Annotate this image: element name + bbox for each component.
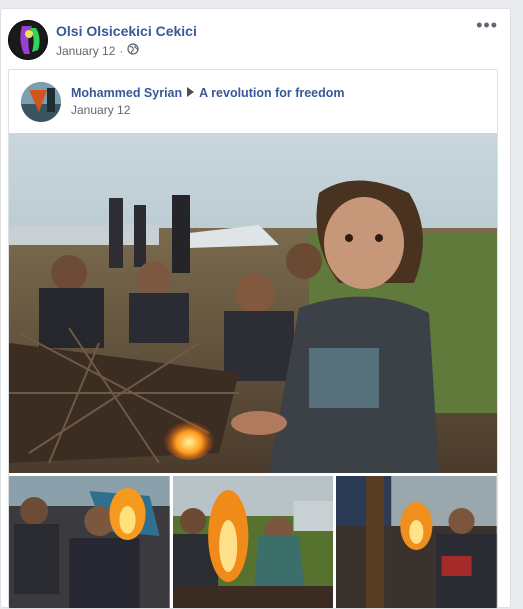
post-card: Olsi Olsicekici Cekici January 12 · ••• … bbox=[0, 8, 511, 609]
thumbnail-photo-1[interactable] bbox=[9, 476, 170, 608]
shared-author-avatar[interactable] bbox=[21, 82, 61, 122]
caret-right-icon bbox=[187, 86, 195, 100]
photo-thumbnails bbox=[9, 476, 497, 608]
author-name-link[interactable]: Olsi Olsicekici Cekici bbox=[56, 23, 197, 39]
main-photo[interactable] bbox=[9, 133, 497, 473]
more-options-icon[interactable]: ••• bbox=[476, 15, 498, 36]
group-link[interactable]: A revolution for freedom bbox=[199, 86, 344, 100]
globe-icon[interactable] bbox=[127, 43, 140, 58]
post-date-link[interactable]: January 12 bbox=[56, 44, 115, 58]
meta-separator: · bbox=[119, 43, 124, 58]
shared-post-date-link[interactable]: January 12 bbox=[71, 103, 130, 117]
thumbnail-photo-3[interactable] bbox=[336, 476, 497, 608]
shared-post-header: Mohammed Syrian A revolution for freedom bbox=[71, 86, 345, 100]
author-avatar[interactable] bbox=[8, 20, 48, 60]
post-meta: January 12 · bbox=[56, 43, 140, 58]
thumbnail-photo-2[interactable] bbox=[172, 476, 334, 608]
shared-author-link[interactable]: Mohammed Syrian bbox=[71, 86, 182, 100]
shared-post: Mohammed Syrian A revolution for freedom… bbox=[8, 69, 498, 609]
